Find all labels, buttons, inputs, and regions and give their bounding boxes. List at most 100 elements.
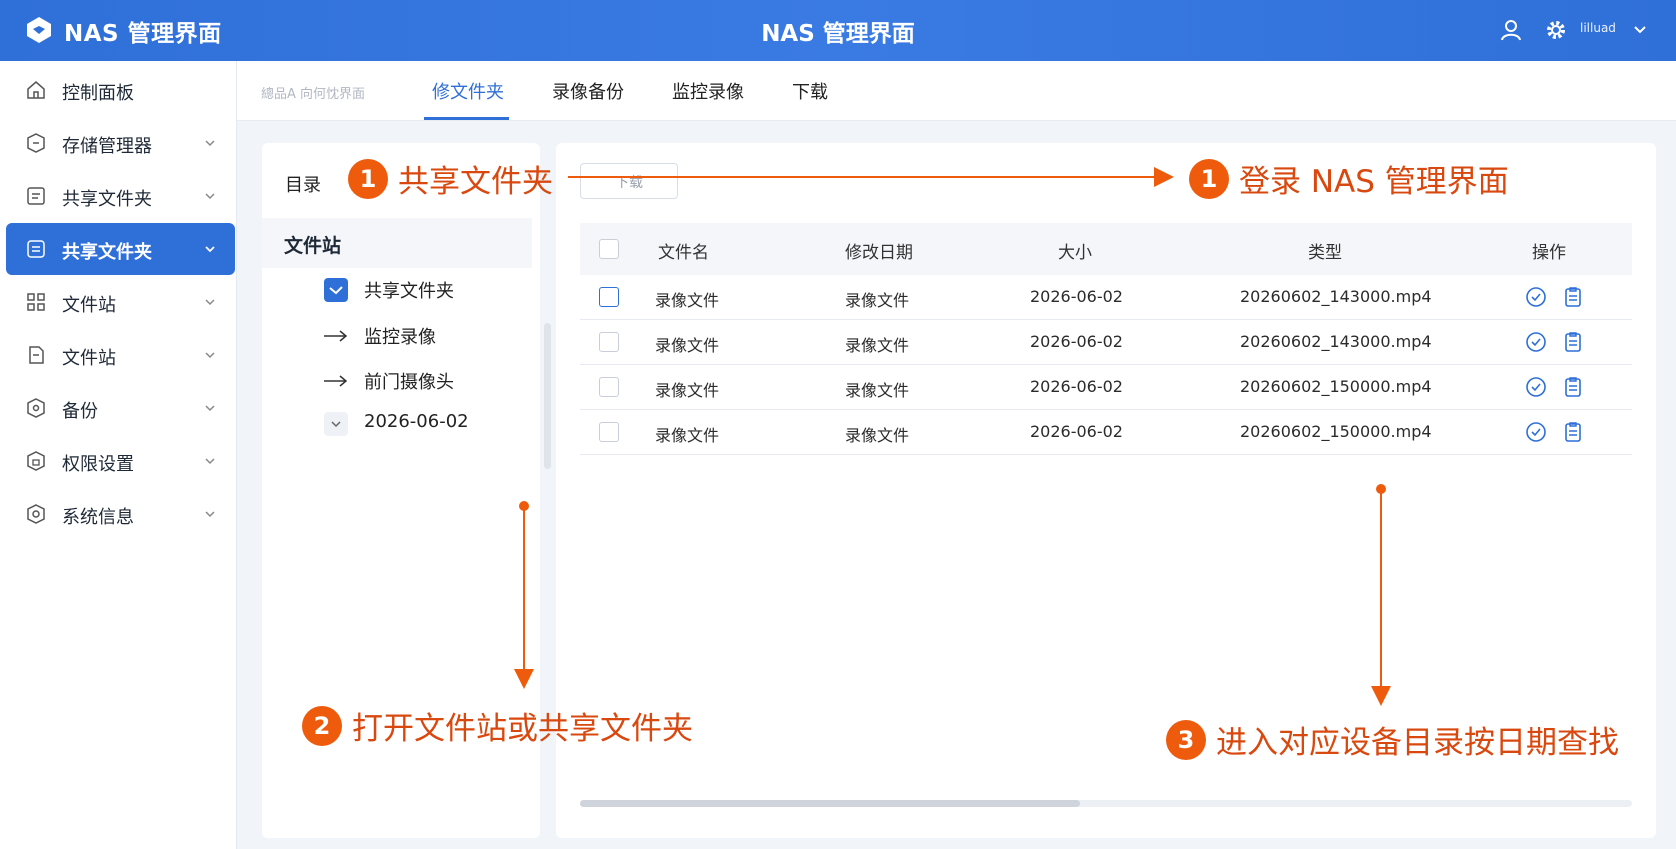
cell-size: 2026-06-02 <box>1030 287 1123 306</box>
file-station-node[interactable]: 文件站 <box>262 218 532 268</box>
grid-icon <box>27 293 45 311</box>
check-circle-icon[interactable] <box>1525 331 1547 353</box>
sidebar-item-dashboard[interactable]: 控制面板 <box>6 64 235 116</box>
row-checkbox[interactable] <box>599 332 619 352</box>
cell-type: 20260602_143000.mp4 <box>1240 332 1432 351</box>
tab-download[interactable]: 下载 <box>792 78 828 104</box>
breadcrumb: 總品A 向何忱界面 <box>261 87 366 102</box>
user-name[interactable]: lilluad <box>1580 21 1616 35</box>
table-header: 文件名 修改日期 大小 类型 操作 <box>580 223 1632 275</box>
sidebar-item-permissions[interactable]: 权限设置 <box>6 435 235 487</box>
annotation-text: 登录 NAS 管理界面 <box>1239 164 1509 200</box>
sidebar-item-label: 文件站 <box>62 295 116 316</box>
chevron-down-icon <box>205 352 215 359</box>
annotation-step-1-login: 1 登录 NAS 管理界面 <box>1189 156 1509 201</box>
chevron-down-icon <box>205 458 215 465</box>
chevron-down-icon <box>205 405 215 412</box>
sidebar-item-shared-folder[interactable]: 共享文件夹 <box>6 170 235 222</box>
sidebar-item-label: 备份 <box>62 401 98 422</box>
user-icon[interactable] <box>1498 17 1524 43</box>
sidebar-item-label: 控制面板 <box>62 83 134 104</box>
check-circle-icon[interactable] <box>1525 421 1547 443</box>
annotation-number: 1 <box>348 158 388 199</box>
arrow-right-icon <box>324 330 348 342</box>
tree-item-label: 2026-06-02 <box>364 411 469 432</box>
folder-icon <box>27 187 45 205</box>
clipboard-icon[interactable] <box>1562 286 1584 308</box>
file-icon <box>29 346 44 364</box>
annotation-step-1-folder: 1 共享文件夹 <box>348 156 553 201</box>
storage-icon <box>27 133 45 153</box>
clipboard-icon[interactable] <box>1562 376 1584 398</box>
cell-type: 20260602_150000.mp4 <box>1240 377 1432 396</box>
table-row[interactable]: 录像文件 录像文件 2026-06-02 20260602_143000.mp4 <box>580 320 1632 365</box>
chevron-down-icon[interactable] <box>324 412 348 436</box>
chevron-down-icon <box>205 511 215 518</box>
clipboard-icon[interactable] <box>1562 421 1584 443</box>
cell-date: 录像文件 <box>845 336 910 355</box>
cell-name: 录像文件 <box>655 291 720 310</box>
column-header-actions: 操作 <box>1532 243 1566 263</box>
tab-bar: 總品A 向何忱界面 修文件夹 录像备份 监控录像 下载 <box>237 61 1676 121</box>
directory-scrollbar[interactable] <box>544 323 551 469</box>
sidebar-item-backup[interactable]: 备份 <box>6 382 235 434</box>
permission-icon <box>27 451 45 471</box>
directory-title: 目录 <box>285 175 321 196</box>
tab-folder[interactable]: 修文件夹 <box>432 78 504 104</box>
cell-date: 录像文件 <box>845 381 910 400</box>
page-title: NAS 管理界面 <box>761 21 915 47</box>
chevron-down-icon <box>205 246 215 253</box>
column-header-size[interactable]: 大小 <box>1058 238 1092 263</box>
cell-size: 2026-06-02 <box>1030 422 1123 441</box>
cell-name: 录像文件 <box>655 426 720 445</box>
tab-recording-backup[interactable]: 录像备份 <box>552 78 624 104</box>
table-row[interactable]: 录像文件 录像文件 2026-06-02 20260602_150000.mp4 <box>580 365 1632 410</box>
chevron-down-icon[interactable] <box>1630 20 1650 40</box>
sidebar-item-label: 文件站 <box>62 348 116 369</box>
column-header-date[interactable]: 修改日期 <box>845 238 913 263</box>
horizontal-scrollbar-thumb[interactable] <box>580 800 1080 807</box>
backup-icon <box>27 398 45 418</box>
table-row[interactable]: 录像文件 录像文件 2026-06-02 20260602_150000.mp4 <box>580 410 1632 455</box>
logo-icon <box>27 17 51 43</box>
chevron-down-icon <box>205 193 215 200</box>
tab-surveillance-recording[interactable]: 监控录像 <box>672 78 744 104</box>
arrow-right-icon <box>324 375 348 387</box>
checkbox-checked-icon[interactable] <box>324 278 348 302</box>
annotation-text: 打开文件站或共享文件夹 <box>352 711 693 747</box>
row-checkbox[interactable] <box>599 377 619 397</box>
clipboard-icon[interactable] <box>1562 331 1584 353</box>
table-row[interactable]: 录像文件 录像文件 2026-06-02 20260602_143000.mp4 <box>580 275 1632 320</box>
sidebar-item-system-info[interactable]: 系统信息 <box>6 488 235 540</box>
sidebar-item-file-station-2[interactable]: 文件站 <box>6 329 235 381</box>
cell-size: 2026-06-02 <box>1030 332 1123 351</box>
column-header-name[interactable]: 文件名 <box>658 238 709 263</box>
download-button-label: 下载 <box>615 175 643 191</box>
sidebar-item-file-station[interactable]: 文件站 <box>6 276 235 328</box>
tree-item-label: 共享文件夹 <box>364 281 454 302</box>
check-circle-icon[interactable] <box>1525 286 1547 308</box>
sidebar-item-label: 共享文件夹 <box>62 189 152 210</box>
top-header: NAS 管理界面 NAS 管理界面 lilluad <box>0 0 1676 61</box>
cell-date: 录像文件 <box>845 291 910 310</box>
file-station-label: 文件站 <box>284 235 342 257</box>
gear-icon[interactable] <box>1543 17 1569 43</box>
annotation-step-3: 3 进入对应设备目录按日期查找 <box>1166 717 1619 762</box>
sidebar-item-label: 系统信息 <box>62 507 134 528</box>
check-circle-icon[interactable] <box>1525 376 1547 398</box>
row-checkbox[interactable] <box>599 287 619 307</box>
sidebar-item-storage-manager[interactable]: 存储管理器 <box>6 117 235 169</box>
chevron-down-icon <box>205 299 215 306</box>
annotation-number: 1 <box>1189 158 1229 199</box>
column-header-type[interactable]: 类型 <box>1308 238 1342 263</box>
brand-title: NAS 管理界面 <box>64 21 222 47</box>
tree-item-label: 监控录像 <box>364 327 436 348</box>
sidebar-item-shared-folder-active[interactable]: 共享文件夹 <box>6 223 235 275</box>
tree-item-label: 前门摄像头 <box>364 372 454 393</box>
info-icon <box>27 504 45 524</box>
row-checkbox[interactable] <box>599 422 619 442</box>
download-button[interactable]: 下载 <box>580 163 678 199</box>
sidebar-item-label: 共享文件夹 <box>62 242 152 263</box>
select-all-checkbox[interactable] <box>599 239 619 259</box>
cell-size: 2026-06-02 <box>1030 377 1123 396</box>
